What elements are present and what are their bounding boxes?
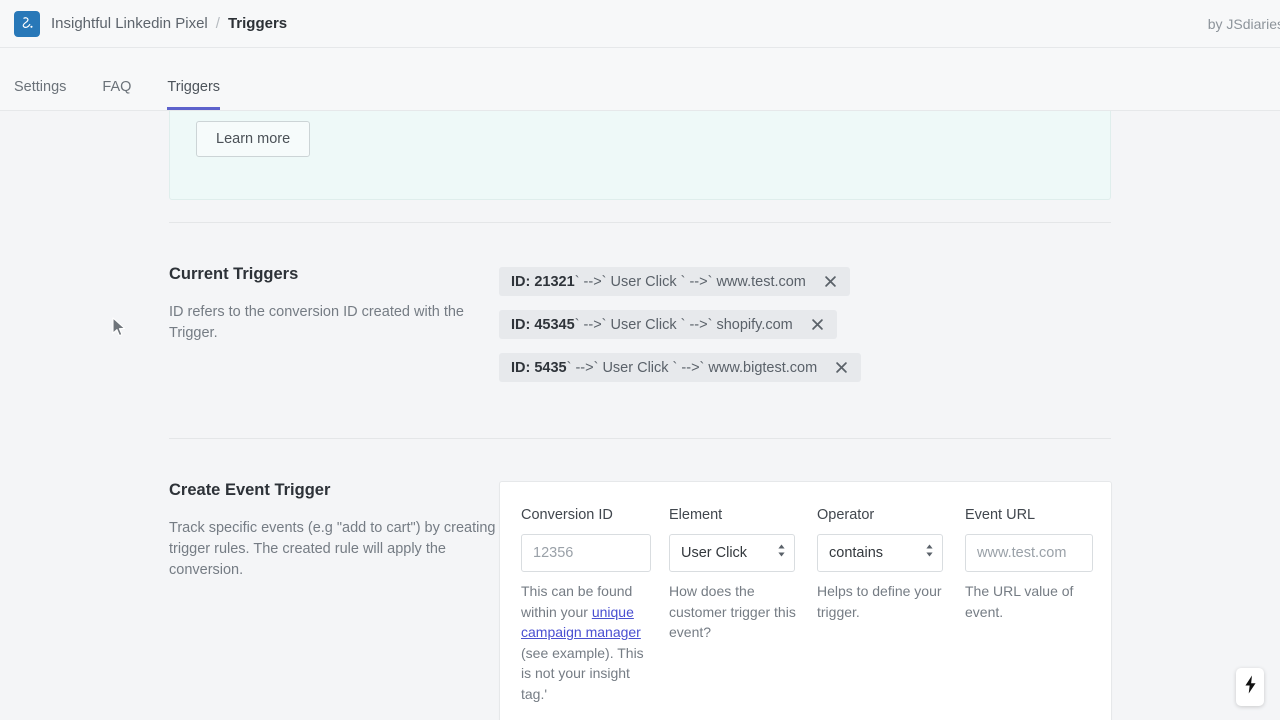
current-triggers-list: ID: 21321 ` -->` User Click ` -->` www.t… bbox=[499, 265, 1111, 396]
tab-bar: Settings FAQ Triggers bbox=[0, 48, 1280, 111]
create-event-trigger-card: Conversion ID This can be found within y… bbox=[499, 481, 1112, 720]
trigger-chip-id: ID: 21321 bbox=[511, 273, 575, 290]
trigger-chip-body: ` -->` User Click ` -->` www.test.com bbox=[574, 273, 806, 290]
event-url-label: Event URL bbox=[965, 507, 1036, 523]
conversion-id-input[interactable] bbox=[521, 534, 651, 572]
close-icon[interactable] bbox=[809, 316, 826, 333]
header-credit: by JSdiaries bbox=[1207, 15, 1280, 32]
tab-settings[interactable]: Settings bbox=[14, 79, 66, 110]
card-footer: Save Changes bbox=[521, 707, 1090, 720]
close-icon[interactable] bbox=[833, 359, 850, 376]
trigger-chip: ID: 21321 ` -->` User Click ` -->` www.t… bbox=[499, 267, 850, 296]
trigger-chip: ID: 45345 ` -->` User Click ` -->` shopi… bbox=[499, 310, 837, 339]
element-help: How does the customer trigger this event… bbox=[669, 583, 796, 640]
field-operator: Operator contains Helps to define your t… bbox=[817, 507, 965, 704]
current-triggers-section: Current Triggers ID refers to the conver… bbox=[169, 223, 1111, 396]
element-select[interactable]: User Click bbox=[669, 534, 795, 572]
conversion-id-label: Conversion ID bbox=[521, 507, 613, 523]
breadcrumb-app-name[interactable]: Insightful Linkedin Pixel bbox=[51, 15, 208, 32]
learn-more-button[interactable]: Learn more bbox=[196, 121, 311, 157]
trigger-chip-body: ` -->` User Click ` -->` www.bigtest.com bbox=[566, 359, 818, 376]
conversion-id-help-part2: (see example). This is not your insight … bbox=[521, 644, 644, 702]
create-event-trigger-description: Track specific events (e.g "add to cart"… bbox=[169, 520, 496, 578]
lightning-bolt-badge[interactable] bbox=[1236, 668, 1264, 706]
mouse-cursor bbox=[112, 317, 127, 343]
trigger-row: ID: 21321 ` -->` User Click ` -->` www.t… bbox=[499, 267, 1111, 310]
operator-select[interactable]: contains bbox=[817, 534, 943, 572]
create-event-trigger-form-wrap: Conversion ID This can be found within y… bbox=[499, 481, 1112, 720]
form-field-grid: Conversion ID This can be found within y… bbox=[521, 507, 1093, 704]
tab-faq[interactable]: FAQ bbox=[102, 79, 131, 110]
lightning-bolt-icon bbox=[1244, 675, 1257, 699]
operator-select-wrap[interactable]: contains bbox=[817, 534, 943, 572]
field-event-url: Event URL The URL value of event. bbox=[965, 507, 1113, 704]
trigger-row: ID: 45345 ` -->` User Click ` -->` shopi… bbox=[499, 310, 1111, 353]
breadcrumb-page-name: Triggers bbox=[227, 15, 288, 32]
element-label: Element bbox=[669, 507, 723, 523]
current-triggers-info: Current Triggers ID refers to the conver… bbox=[169, 265, 499, 344]
operator-help: Helps to define your trigger. bbox=[817, 583, 942, 620]
app-header: Insightful Linkedin Pixel / Triggers by … bbox=[0, 0, 1280, 48]
conversion-id-help: This can be found within your unique cam… bbox=[521, 581, 653, 704]
field-element: Element User Click How does the customer… bbox=[669, 507, 817, 704]
trigger-chip-id: ID: 5435 bbox=[511, 359, 567, 376]
operator-label: Operator bbox=[817, 507, 875, 523]
breadcrumb: Insightful Linkedin Pixel / Triggers bbox=[51, 15, 287, 32]
event-url-input[interactable] bbox=[965, 534, 1093, 572]
create-event-trigger-title: Create Event Trigger bbox=[169, 481, 331, 499]
tab-triggers[interactable]: Triggers bbox=[167, 79, 221, 110]
trigger-chip-body: ` -->` User Click ` -->` shopify.com bbox=[574, 316, 793, 333]
info-banner: pg Learn more bbox=[169, 111, 1111, 200]
trigger-chip-id: ID: 45345 bbox=[511, 316, 575, 333]
event-url-help: The URL value of event. bbox=[965, 583, 1074, 620]
create-event-trigger-section: Create Event Trigger Track specific even… bbox=[169, 439, 1112, 720]
linkedin-pixel-logo-icon bbox=[14, 10, 40, 37]
trigger-chip: ID: 5435 ` -->` User Click ` -->` www.bi… bbox=[499, 353, 862, 382]
current-triggers-title: Current Triggers bbox=[169, 265, 299, 283]
element-select-wrap[interactable]: User Click bbox=[669, 534, 795, 572]
breadcrumb-separator: / bbox=[215, 15, 220, 32]
close-icon[interactable] bbox=[822, 273, 839, 290]
trigger-row: ID: 5435 ` -->` User Click ` -->` www.bi… bbox=[499, 353, 1111, 396]
field-conversion-id: Conversion ID This can be found within y… bbox=[521, 507, 669, 704]
create-event-trigger-info: Create Event Trigger Track specific even… bbox=[169, 481, 499, 581]
current-triggers-description: ID refers to the conversion ID created w… bbox=[169, 304, 464, 341]
page-content: pg Learn more Current Triggers ID refers… bbox=[0, 111, 1280, 720]
